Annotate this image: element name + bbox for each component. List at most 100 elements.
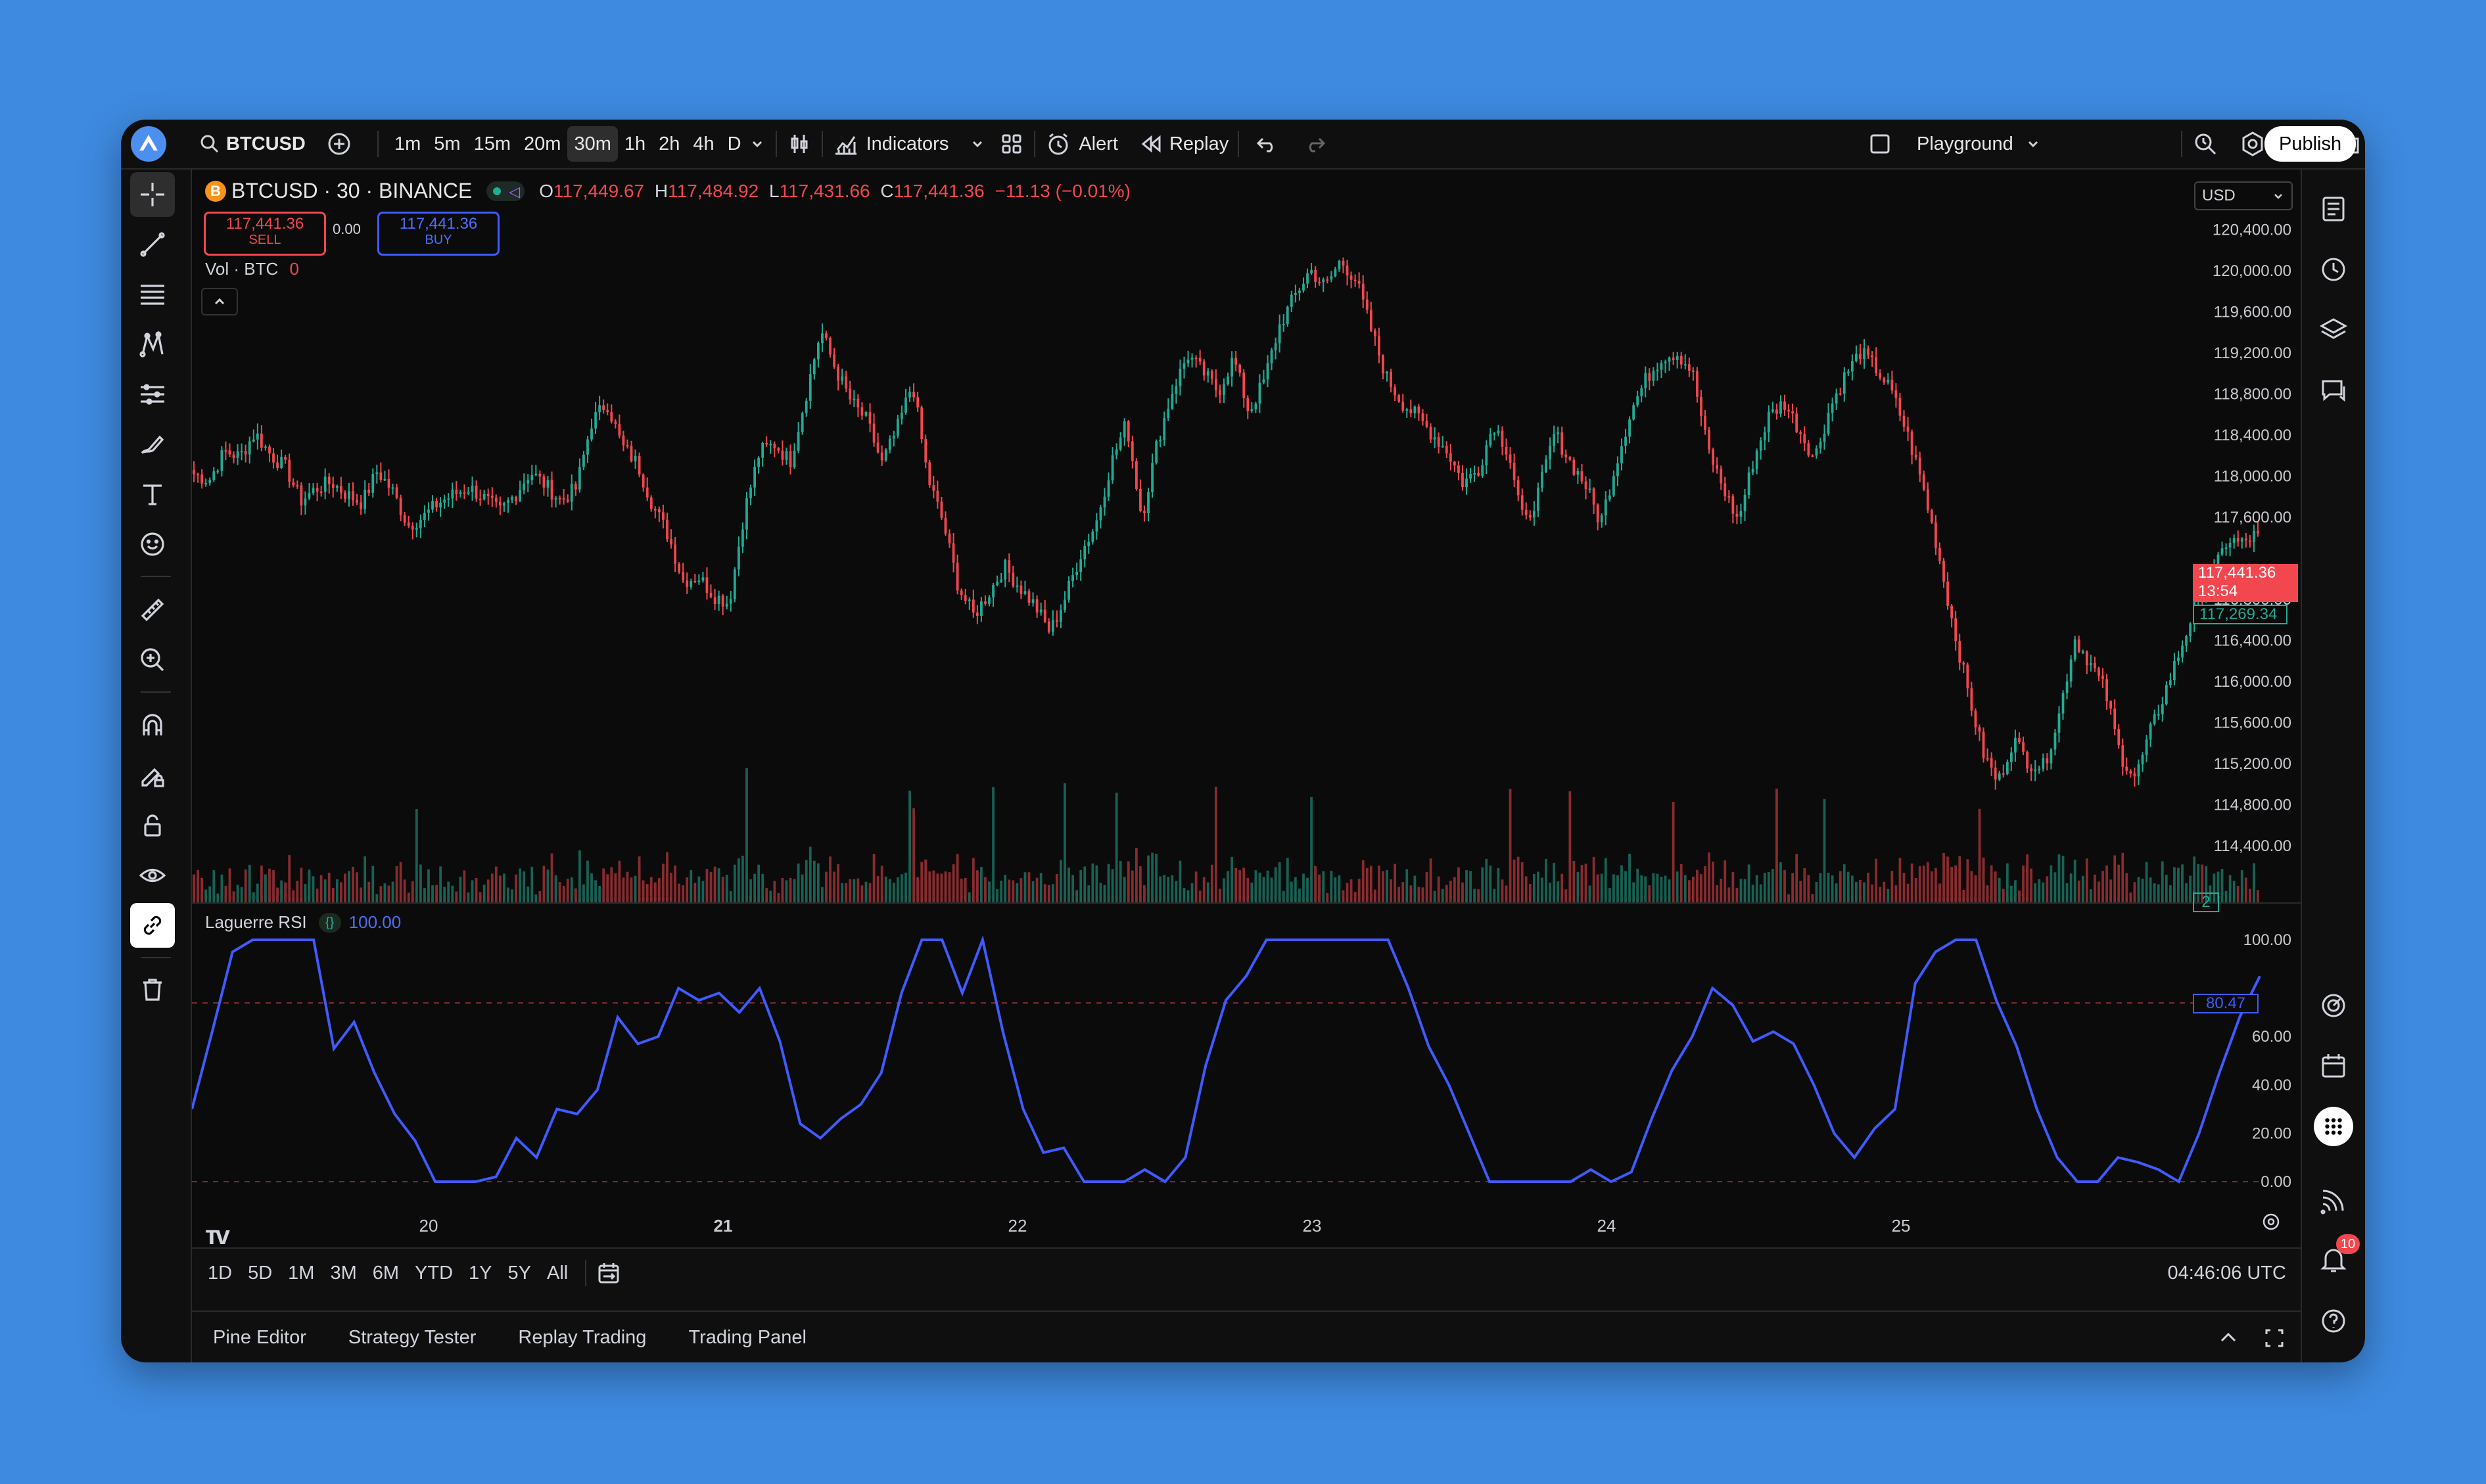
range-1d[interactable]: 1D	[200, 1263, 240, 1284]
tab-strategy-tester[interactable]: Strategy Tester	[327, 1327, 498, 1349]
quick-search-icon[interactable]	[2192, 130, 2219, 158]
publish-button[interactable]: Publish	[2264, 126, 2357, 162]
interval-2h[interactable]: 2h	[652, 126, 686, 162]
candles-icon[interactable]	[786, 131, 812, 157]
volume-bar	[2145, 862, 2148, 903]
layouts-grid-icon[interactable]	[998, 131, 1025, 157]
object-tree-button[interactable]	[2314, 310, 2353, 350]
candle-body	[1409, 409, 1413, 413]
fib-tool[interactable]	[130, 272, 175, 317]
candle-body	[534, 473, 538, 475]
interval-30m[interactable]: 30m	[567, 126, 618, 162]
alert-button[interactable]: Alert	[1079, 133, 1118, 155]
candle-body	[1031, 599, 1035, 603]
candle-body	[1668, 358, 1671, 362]
range-5y[interactable]: 5Y	[500, 1263, 539, 1284]
tab-trading-panel[interactable]: Trading Panel	[667, 1327, 827, 1349]
logo[interactable]	[130, 120, 167, 168]
broadcast-button[interactable]	[2314, 1180, 2353, 1220]
chevron-down-icon[interactable]	[968, 135, 987, 153]
replay-icon[interactable]	[1138, 131, 1164, 157]
pulse-button[interactable]	[2314, 986, 2353, 1025]
calendar-range-icon[interactable]	[596, 1260, 622, 1286]
code-icon[interactable]: {}	[318, 912, 341, 933]
zoom-tool[interactable]	[130, 638, 175, 682]
sell-button[interactable]: 117,441.36 SELL	[204, 212, 326, 256]
sync-drawings-tool[interactable]	[130, 903, 175, 948]
candle-body	[1560, 432, 1564, 455]
text-tool[interactable]	[130, 472, 175, 517]
help-button[interactable]	[2314, 1301, 2353, 1341]
interval-5m[interactable]: 5m	[427, 126, 467, 162]
currency-select[interactable]: USD	[2194, 181, 2293, 210]
candle-body	[1528, 515, 1532, 518]
tab-pine-editor[interactable]: Pine Editor	[192, 1327, 327, 1349]
chevron-up-icon[interactable]	[2215, 1325, 2241, 1351]
indicators-button[interactable]: Indicators	[866, 133, 949, 155]
chart-canvas[interactable]: 120,400.00 120,000.00 119,600.00 119,200.00…	[192, 170, 2301, 1247]
lock-drawings-tool[interactable]	[130, 753, 175, 798]
settings-gear-icon[interactable]	[2239, 130, 2266, 158]
emoji-tool[interactable]	[130, 522, 175, 567]
compare-button[interactable]	[326, 120, 352, 168]
interval-15m[interactable]: 15m	[467, 126, 517, 162]
range-all[interactable]: All	[539, 1263, 576, 1284]
watchlist-button[interactable]	[2314, 189, 2353, 229]
range-6m[interactable]: 6M	[365, 1263, 407, 1284]
undo-icon[interactable]	[1254, 131, 1280, 157]
volume-bar	[841, 883, 844, 903]
interval-d[interactable]: D	[721, 126, 748, 162]
collapse-legend-button[interactable]	[201, 288, 238, 315]
range-3m[interactable]: 3M	[322, 1263, 364, 1284]
range-5d[interactable]: 5D	[240, 1263, 280, 1284]
tab-replay-trading[interactable]: Replay Trading	[497, 1327, 667, 1349]
candle-body	[1155, 441, 1158, 463]
calendar-button[interactable]	[2314, 1046, 2353, 1086]
settings-icon[interactable]	[2260, 1211, 2282, 1233]
chat-button[interactable]	[2314, 371, 2353, 410]
replay-button[interactable]: Replay	[1169, 133, 1229, 155]
market-status-badge[interactable]: ◁	[486, 181, 525, 201]
chevron-down-icon[interactable]	[748, 135, 766, 153]
interval-20m[interactable]: 20m	[517, 126, 567, 162]
lock-tool[interactable]	[130, 803, 175, 848]
interval-4h[interactable]: 4h	[686, 126, 720, 162]
visibility-tool[interactable]	[130, 853, 175, 898]
candle-body	[546, 480, 550, 488]
secondary-price-tag: 117,269.34	[2193, 605, 2287, 624]
candle-body	[872, 423, 876, 443]
pattern-tool[interactable]	[130, 322, 175, 367]
magnet-tool[interactable]	[130, 703, 175, 748]
measure-tool[interactable]	[130, 588, 175, 632]
redo-icon[interactable]	[1302, 131, 1328, 157]
trend-line-tool[interactable]	[130, 222, 175, 267]
candle-body	[1879, 373, 1882, 379]
volume-bar	[1708, 852, 1710, 903]
indicators-icon[interactable]	[832, 130, 860, 158]
chart-area[interactable]: 120,400.00 120,000.00 119,600.00 119,200.00…	[192, 170, 2301, 1250]
alerts-button[interactable]	[2314, 250, 2353, 289]
maximize-panel-icon[interactable]	[2261, 1325, 2287, 1351]
volume-bar	[2038, 879, 2041, 903]
symbol-search[interactable]: BTCUSD	[199, 120, 306, 168]
range-1m[interactable]: 1M	[280, 1263, 322, 1284]
interval-1h[interactable]: 1h	[618, 126, 652, 162]
interval-1m[interactable]: 1m	[388, 126, 427, 162]
range-1y[interactable]: 1Y	[461, 1263, 500, 1284]
candle-body	[498, 501, 502, 506]
brush-tool[interactable]	[130, 422, 175, 467]
alarm-clock-icon[interactable]	[1044, 130, 1072, 158]
products-button[interactable]	[2314, 1107, 2353, 1146]
layout-menu[interactable]: Playground	[1867, 120, 2042, 168]
delete-tool[interactable]	[130, 967, 175, 1012]
candle-body	[1783, 401, 1786, 410]
candle-body	[1938, 547, 1941, 561]
notifications-button[interactable]: 10	[2314, 1234, 2360, 1279]
range-ytd[interactable]: YTD	[407, 1263, 461, 1284]
crosshair-tool[interactable]	[130, 172, 175, 217]
utc-clock[interactable]: 04:46:06 UTC	[2167, 1263, 2286, 1284]
buy-button[interactable]: 117,441.36 BUY	[377, 212, 500, 256]
volume-bar	[2034, 883, 2037, 903]
prediction-tool[interactable]	[130, 372, 175, 417]
candle-body	[331, 484, 335, 488]
